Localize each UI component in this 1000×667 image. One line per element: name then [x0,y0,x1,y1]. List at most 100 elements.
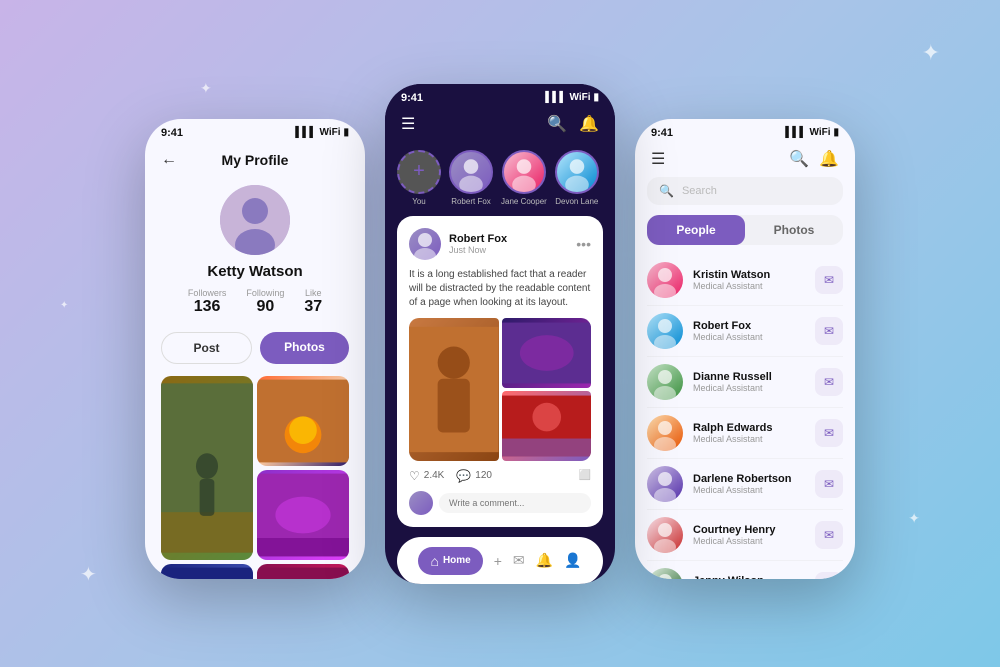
people-phone: 9:41 ▌▌▌ WiFi ▮ ☰ 🔍 🔔 🔍 Search People Ph… [635,119,855,579]
hamburger-icon[interactable]: ☰ [401,114,415,134]
message-button-4[interactable]: ✉ [815,470,843,498]
story-jane[interactable]: Jane Cooper [501,150,547,206]
person-item-1[interactable]: Robert Fox Medical Assistant ✉ [647,306,843,357]
photo-4 [161,564,253,579]
person-item-2[interactable]: Dianne Russell Medical Assistant ✉ [647,357,843,408]
story-avatar-jane [502,150,546,194]
people-topbar: ☰ 🔍 🔔 [635,143,855,177]
person-info-2: Dianne Russell Medical Assistant [693,371,815,393]
message-button-2[interactable]: ✉ [815,368,843,396]
post-image-1 [409,318,499,461]
back-button[interactable]: ← [161,151,177,169]
post-text: It is a long established fact that a rea… [409,268,591,310]
share-action[interactable]: ⬜ [579,470,591,481]
person-avatar-0 [647,262,683,298]
person-info-6: Jenny Wilson Medical Assistant [693,575,815,579]
message-button-6[interactable]: ✉ [815,572,843,579]
add-icon: + [494,553,502,569]
story-robert[interactable]: Robert Fox [449,150,493,206]
person-avatar-3 [647,415,683,451]
tab-switcher: People Photos [647,215,843,245]
photo-grid [145,372,365,579]
comments-count: 120 [475,470,492,481]
right-signal: ▌▌▌ WiFi ▮ [785,127,839,138]
following-stat: Following 90 [246,288,284,316]
story-devon[interactable]: Devon Lane [555,150,599,206]
followers-stat: Followers 136 [188,288,227,316]
home-icon: ⌂ [430,553,438,569]
people-hamburger-icon[interactable]: ☰ [651,149,665,169]
post-button[interactable]: Post [161,332,252,364]
message-button-1[interactable]: ✉ [815,317,843,345]
comment-avatar [409,491,433,515]
left-time: 9:41 [161,127,183,139]
message-button-0[interactable]: ✉ [815,266,843,294]
message-icon: ✉ [513,552,525,569]
people-search-icon[interactable]: 🔍 [789,149,809,169]
home-nav-label: Home [443,555,471,566]
share-icon: ⬜ [579,470,591,481]
post-actions: ♡ 2.4K 💬 120 ⬜ [409,469,591,483]
tab-people[interactable]: People [647,215,745,245]
star-decor-3: ✦ [80,562,97,587]
message-nav-item[interactable]: ✉ [513,552,525,569]
comment-box [409,491,591,515]
middle-time: 9:41 [401,92,423,104]
post-author-name: Robert Fox [449,233,576,245]
people-action-icons: 🔍 🔔 [789,149,839,169]
story-avatar-devon [555,150,599,194]
search-bar[interactable]: 🔍 Search [647,177,843,205]
heart-icon: ♡ [409,469,420,483]
stories-row: + You Robert Fox Jane Cooper Devon Lane [385,140,615,216]
profile-title: My Profile [177,152,333,168]
star-decor-1: ✦ [922,40,940,66]
likes-count: 2.4K [424,470,445,481]
post-user-info: Robert Fox Just Now [449,233,576,255]
post-images [409,318,591,461]
story-you[interactable]: + You [397,150,441,206]
person-info-0: Kristin Watson Medical Assistant [693,269,815,291]
person-item-0[interactable]: Kristin Watson Medical Assistant ✉ [647,255,843,306]
message-button-5[interactable]: ✉ [815,521,843,549]
tab-photos[interactable]: Photos [745,215,843,245]
user-icon: 👤 [564,552,581,569]
person-item-5[interactable]: Courtney Henry Medical Assistant ✉ [647,510,843,561]
right-status-bar: 9:41 ▌▌▌ WiFi ▮ [635,119,855,143]
photo-3 [257,470,349,560]
profile-nav-item[interactable]: 👤 [564,552,581,569]
feed-action-icons: 🔍 🔔 [547,114,599,134]
comment-input[interactable] [439,493,591,513]
profile-phone: 9:41 ▌▌▌ WiFi ▮ ← My Profile Ketty Watso… [145,119,365,579]
post-options-button[interactable]: ••• [576,236,591,252]
left-signal: ▌▌▌ WiFi ▮ [295,127,349,138]
story-avatar-you: + [397,150,441,194]
like-action[interactable]: ♡ 2.4K [409,469,444,483]
person-avatar-5 [647,517,683,553]
comment-action[interactable]: 💬 120 [456,469,492,483]
middle-status-bar: 9:41 ▌▌▌ WiFi ▮ [385,84,615,108]
people-list: Kristin Watson Medical Assistant ✉ Rober… [635,255,855,579]
add-nav-item[interactable]: + [494,553,502,569]
person-item-4[interactable]: Darlene Robertson Medical Assistant ✉ [647,459,843,510]
person-avatar-4 [647,466,683,502]
profile-username: Ketty Watson [145,263,365,280]
post-header: Robert Fox Just Now ••• [409,228,591,260]
bell-icon[interactable]: 🔔 [579,114,599,134]
bell-nav-item[interactable]: 🔔 [536,552,553,569]
left-status-bar: 9:41 ▌▌▌ WiFi ▮ [145,119,365,143]
post-time: Just Now [449,245,576,255]
phones-container: 9:41 ▌▌▌ WiFi ▮ ← My Profile Ketty Watso… [145,84,855,584]
photos-button[interactable]: Photos [260,332,349,364]
search-icon[interactable]: 🔍 [547,114,567,134]
photo-5 [257,564,349,579]
home-nav-item[interactable]: ⌂ Home [418,547,482,575]
photo-2 [257,376,349,466]
profile-header: ← My Profile [145,143,365,177]
right-time: 9:41 [651,127,673,139]
person-item-6[interactable]: Jenny Wilson Medical Assistant ✉ [647,561,843,579]
message-button-3[interactable]: ✉ [815,419,843,447]
people-bell-icon[interactable]: 🔔 [819,149,839,169]
person-item-3[interactable]: Ralph Edwards Medical Assistant ✉ [647,408,843,459]
person-info-3: Ralph Edwards Medical Assistant [693,422,815,444]
photo-1 [161,376,253,560]
